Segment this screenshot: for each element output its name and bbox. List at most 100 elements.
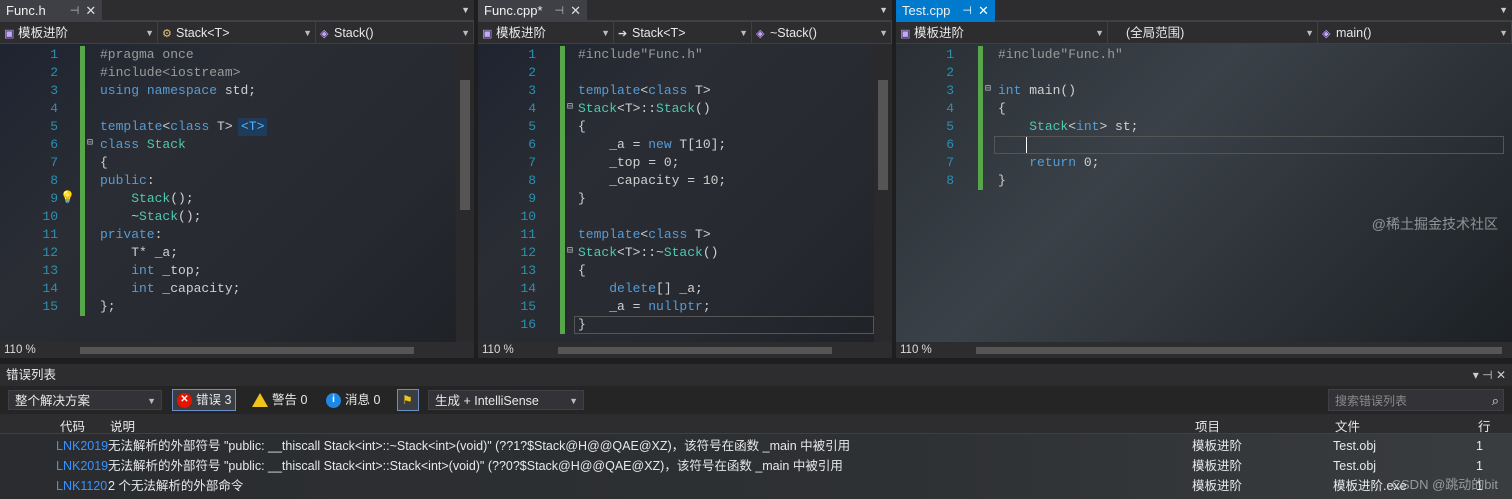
code-line[interactable]: 4{: [896, 100, 1512, 118]
code-line[interactable]: 4 Stack<T>::Stack(): [478, 100, 874, 118]
pin-icon[interactable]: ⊣: [962, 0, 972, 22]
code-editor[interactable]: 1 #pragma once 2 #include<iostream> 3 using n…: [0, 44, 456, 342]
member-dropdown[interactable]: ◈ main() ▼: [1318, 22, 1512, 44]
error-code[interactable]: LNK1120: [56, 476, 108, 496]
code-line[interactable]: 5 template<class T>: [0, 118, 456, 136]
chevron-down-icon[interactable]: ▼: [879, 5, 888, 15]
column-line[interactable]: 行: [1478, 416, 1491, 435]
code-line[interactable]: 5 Stack<int> st;: [896, 118, 1512, 136]
code-line[interactable]: 7 return 0;: [896, 154, 1512, 172]
tab-test-cpp[interactable]: Test.cpp ⊣ ✕: [896, 0, 995, 22]
code-line[interactable]: 1 #pragma once: [0, 46, 456, 64]
line-number: 15: [42, 299, 58, 314]
line-number: 8: [946, 173, 954, 188]
scope-dropdown[interactable]: ➔ Stack<T> ▼: [614, 22, 752, 44]
close-icon[interactable]: ✕: [85, 0, 96, 22]
member-dropdown[interactable]: ◈ Stack() ▼: [316, 22, 474, 44]
horizontal-scrollbar[interactable]: 110 %: [478, 342, 892, 358]
fold-toggle-icon[interactable]: ⊟: [567, 101, 573, 113]
search-icon[interactable]: ⌕: [1492, 390, 1499, 412]
code-line[interactable]: 15};: [0, 298, 456, 316]
vertical-scrollbar[interactable]: [456, 44, 474, 342]
code-editor[interactable]: 1 #include"Func.h" 2 3 template<class T> 4 Sta…: [478, 44, 874, 342]
messages-filter-button[interactable]: i 消息 0: [322, 389, 384, 411]
table-row[interactable]: ✕LNK2019无法解析的外部符号 "public: __thiscall St…: [0, 456, 1512, 476]
filter-icon[interactable]: ⚑: [397, 389, 419, 411]
warnings-filter-button[interactable]: 警告 0: [248, 389, 311, 411]
code-line[interactable]: 9}: [478, 190, 874, 208]
code-line[interactable]: 5{: [478, 118, 874, 136]
code-line[interactable]: 8 public:: [0, 172, 456, 190]
close-icon[interactable]: ✕: [978, 0, 989, 22]
code-line[interactable]: 7{: [0, 154, 456, 172]
tab-func-h[interactable]: Func.h ⊣ ✕: [0, 0, 103, 22]
horizontal-scrollbar[interactable]: 110 %: [0, 342, 474, 358]
column-project[interactable]: 项目: [1195, 416, 1220, 435]
chevron-down-icon[interactable]: ▼: [1499, 5, 1508, 15]
code-line[interactable]: 3 using namespace std;: [0, 82, 456, 100]
code-line[interactable]: 14 int _capacity;: [0, 280, 456, 298]
tab-func-cpp[interactable]: Func.cpp* ⊣ ✕: [478, 0, 588, 22]
fold-toggle-icon[interactable]: ⊟: [567, 245, 573, 257]
project-dropdown[interactable]: ▣ 模板进阶 ▼: [478, 22, 614, 44]
panel-controls[interactable]: ▾ ⊣ ✕: [1473, 364, 1506, 386]
code-text: template<class T>: [100, 119, 233, 134]
code-line[interactable]: 7 _top = 0;: [478, 154, 874, 172]
zoom-level[interactable]: 110 %: [478, 344, 548, 356]
pin-icon[interactable]: ⊣: [70, 0, 80, 22]
template-hint-badge[interactable]: <T>: [238, 118, 268, 136]
fold-toggle-icon[interactable]: ⊟: [87, 137, 93, 149]
project-dropdown[interactable]: ▣ 模板进阶 ▼: [0, 22, 158, 44]
code-line[interactable]: 15 _a = nullptr;: [478, 298, 874, 316]
member-dropdown[interactable]: ◈ ~Stack() ▼: [752, 22, 892, 44]
error-code[interactable]: LNK2019: [56, 456, 108, 476]
vertical-scrollbar[interactable]: [874, 44, 892, 342]
code-line[interactable]: 10: [478, 208, 874, 226]
column-file[interactable]: 文件: [1335, 416, 1360, 435]
code-line[interactable]: 14 delete[] _a;: [478, 280, 874, 298]
code-line[interactable]: 10 ~Stack();: [0, 208, 456, 226]
scope-dropdown[interactable]: ⚙ Stack<T> ▼: [158, 22, 316, 44]
error-code[interactable]: LNK2019: [56, 436, 108, 456]
code-line[interactable]: 8 _capacity = 10;: [478, 172, 874, 190]
code-line[interactable]: 12 T* _a;: [0, 244, 456, 262]
table-row[interactable]: ✕LNK11202 个无法解析的外部命令模板进阶模板进阶.exe1: [0, 476, 1512, 496]
code-line[interactable]: 8}: [896, 172, 1512, 190]
code-line[interactable]: 1 #include"Func.h": [896, 46, 1512, 64]
zoom-level[interactable]: 110 %: [896, 344, 966, 356]
code-text: {: [998, 101, 1006, 116]
code-line[interactable]: 12 Stack<T>::~Stack(): [478, 244, 874, 262]
code-text: #include<iostream>: [100, 65, 241, 80]
close-icon[interactable]: ✕: [570, 0, 581, 22]
table-row[interactable]: ✕LNK2019无法解析的外部符号 "public: __thiscall St…: [0, 436, 1512, 456]
error-project: 模板进阶: [1192, 479, 1243, 493]
code-line[interactable]: 6 _a = new T[10];: [478, 136, 874, 154]
code-line[interactable]: 13 int _top;: [0, 262, 456, 280]
code-line[interactable]: 4: [0, 100, 456, 118]
code-line[interactable]: 2: [478, 64, 874, 82]
zoom-level[interactable]: 110 %: [0, 344, 70, 356]
code-line[interactable]: 6 class Stack: [0, 136, 456, 154]
pin-icon[interactable]: ⊣: [555, 0, 565, 22]
search-input[interactable]: 搜索错误列表 ⌕: [1328, 389, 1504, 411]
code-line[interactable]: 1 #include"Func.h": [478, 46, 874, 64]
code-editor[interactable]: 1 #include"Func.h" 2 3 int main() 4{5 Stack<i…: [896, 44, 1512, 342]
chevron-down-icon[interactable]: ▼: [461, 5, 470, 15]
column-description[interactable]: 说明: [110, 416, 135, 435]
code-line[interactable]: 3 template<class T>: [478, 82, 874, 100]
code-line[interactable]: 11 private:: [0, 226, 456, 244]
scope-dropdown[interactable]: (全局范围) ▼: [1108, 22, 1318, 44]
horizontal-scrollbar[interactable]: 110 %: [896, 342, 1512, 358]
code-line[interactable]: 2 #include<iostream>: [0, 64, 456, 82]
lightbulb-icon[interactable]: 💡: [60, 190, 75, 205]
scope-select[interactable]: 整个解决方案 ▼: [8, 390, 162, 410]
code-line[interactable]: 13 {: [478, 262, 874, 280]
code-line[interactable]: 2: [896, 64, 1512, 82]
build-filter-select[interactable]: 生成 + IntelliSense ▼: [428, 390, 584, 410]
errors-filter-button[interactable]: ✕ 错误 3: [172, 389, 237, 411]
fold-toggle-icon[interactable]: ⊟: [985, 83, 991, 95]
code-line[interactable]: 11 template<class T>: [478, 226, 874, 244]
code-text: _a = nullptr;: [578, 299, 711, 314]
project-dropdown[interactable]: ▣ 模板进阶 ▼: [896, 22, 1108, 44]
column-code[interactable]: 代码: [60, 416, 85, 435]
